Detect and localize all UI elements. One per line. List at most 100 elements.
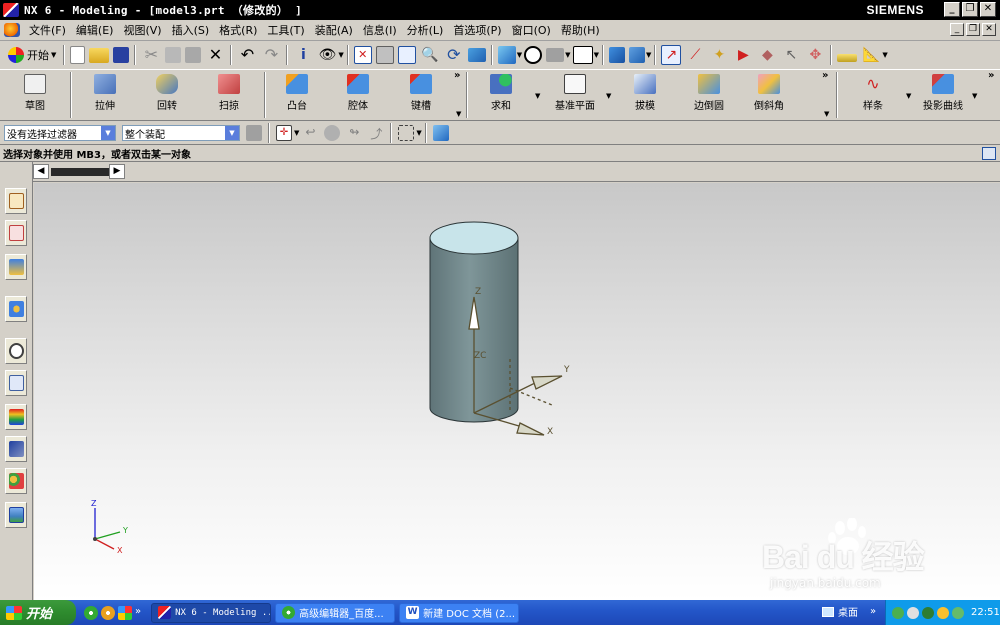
close-button[interactable]: ✕ <box>980 2 996 17</box>
copy-icon[interactable] <box>165 47 182 63</box>
face-analysis-icon[interactable] <box>546 48 565 62</box>
snap-midpoint-icon[interactable]: ✦ <box>709 45 729 65</box>
doc-minimize-button[interactable]: _ <box>950 23 964 36</box>
selection-scope-select[interactable]: 整个装配 ▼ <box>122 125 240 141</box>
menu-insert[interactable]: 插入(S) <box>167 22 215 38</box>
sweep-button[interactable]: 扫掠 <box>208 72 250 118</box>
menu-format[interactable]: 格式(R) <box>214 22 262 38</box>
project-curve-button[interactable]: 投影曲线 <box>918 72 968 118</box>
start-menu-button[interactable]: 开始 ▼ <box>4 44 60 66</box>
delete-icon[interactable]: ✕ <box>205 45 225 65</box>
body-rule-icon[interactable]: ⤴ <box>368 125 384 141</box>
rectangle-select-icon[interactable] <box>398 125 415 141</box>
web-browser-tab[interactable] <box>5 468 27 494</box>
snap-point-icon[interactable]: ✛ <box>276 125 292 141</box>
document-menu-icon[interactable] <box>4 23 20 37</box>
process-studio-tab[interactable] <box>5 370 27 396</box>
pan-icon[interactable] <box>467 48 486 62</box>
menu-edit[interactable]: 编辑(E) <box>71 22 119 38</box>
rotate-icon[interactable]: ⟳ <box>444 45 464 65</box>
shaded-cube-icon[interactable] <box>497 46 516 64</box>
menu-preferences[interactable]: 首选项(P) <box>448 22 506 38</box>
menu-view[interactable]: 视图(V) <box>118 22 166 38</box>
undo-icon[interactable]: ↶ <box>237 45 257 65</box>
taskbar-item-editor[interactable]: 高级编辑器_百度... <box>275 602 396 623</box>
snap-tangent-icon[interactable]: ◆ <box>757 45 777 65</box>
zoom-window-icon[interactable] <box>375 46 394 64</box>
tab-scroll-left[interactable]: ◀ <box>33 164 49 179</box>
palettes-tab[interactable] <box>5 404 27 430</box>
taskbar-item-nx[interactable]: NX 6 - Modeling ... <box>151 602 272 623</box>
revolve-button[interactable]: 回转 <box>146 72 188 118</box>
reuse-library-tab[interactable] <box>5 296 27 322</box>
quicklaunch-browser-icon[interactable] <box>101 605 115 620</box>
menu-tools[interactable]: 工具(T) <box>262 22 309 38</box>
snap-intersect-icon[interactable]: ✥ <box>805 45 825 65</box>
quicklaunch-app-icon[interactable] <box>118 605 132 620</box>
open-folder-icon[interactable] <box>89 47 110 63</box>
chamfer-button[interactable]: 倒斜角 <box>748 72 790 118</box>
menu-help[interactable]: 帮助(H) <box>556 22 605 38</box>
desktop-toolbar[interactable]: 桌面 » <box>822 604 876 619</box>
system-materials-tab[interactable] <box>5 502 27 528</box>
tray-volume-icon[interactable] <box>907 606 919 619</box>
constraint-navigator-tab[interactable] <box>5 220 27 246</box>
datum-plane-button[interactable]: 基准平面 <box>550 72 600 118</box>
menu-window[interactable]: 窗口(O) <box>507 22 556 38</box>
tray-network-icon[interactable] <box>892 606 904 619</box>
pocket-button[interactable]: 腔体 <box>337 72 379 118</box>
filter-settings-icon[interactable] <box>246 125 262 141</box>
cube-select-icon[interactable] <box>432 125 449 141</box>
minimize-button[interactable]: _ <box>944 2 960 17</box>
save-icon[interactable] <box>113 47 130 63</box>
snap-point-icon[interactable]: ▶ <box>733 45 753 65</box>
menu-file[interactable]: 文件(F) <box>24 22 71 38</box>
snap-endpoint-icon[interactable]: ⟋ <box>685 45 705 65</box>
tab-scroll-right[interactable]: ▶ <box>109 164 125 179</box>
menu-assembly[interactable]: 装配(A) <box>310 22 358 38</box>
doc-close-button[interactable]: ✕ <box>982 23 996 36</box>
cut-icon[interactable]: ✂ <box>141 45 161 65</box>
extrude-button[interactable]: 拉伸 <box>84 72 126 118</box>
boss-button[interactable]: 凸台 <box>276 72 318 118</box>
assembly-navigator-tab[interactable] <box>5 188 27 214</box>
doc-restore-button[interactable]: ❐ <box>966 23 980 36</box>
draft-button[interactable]: 拔模 <box>624 72 666 118</box>
roles-tab[interactable] <box>5 436 27 462</box>
slot-button[interactable]: 键槽 <box>400 72 442 118</box>
face-rule-icon[interactable] <box>324 125 341 141</box>
spline-button[interactable]: ∿ 样条 <box>852 72 894 118</box>
info-icon[interactable]: i <box>293 45 313 65</box>
windows-start-button[interactable]: 开始 <box>0 600 76 625</box>
measure-angle-icon[interactable]: 📐 <box>861 45 881 65</box>
wcs-orient-icon[interactable] <box>608 47 625 63</box>
tray-app-icon[interactable] <box>952 606 964 619</box>
curve-rule-icon[interactable]: ↩ <box>302 125 318 141</box>
type-filter-select[interactable]: 没有选择过滤器 ▼ <box>4 125 116 141</box>
edge-blend-button[interactable]: 边倒圆 <box>686 72 732 118</box>
fit-view-icon[interactable]: ✕ <box>353 46 372 64</box>
unite-button[interactable]: 求和 <box>480 72 522 118</box>
zoom-box-icon[interactable] <box>397 46 416 64</box>
new-file-icon[interactable] <box>70 46 86 64</box>
taskbar-item-word[interactable]: W 新建 DOC 文档 (2... <box>399 602 520 623</box>
measure-distance-icon[interactable] <box>837 54 858 62</box>
zoom-icon[interactable]: 🔍 <box>420 45 440 65</box>
history-tab[interactable] <box>5 338 27 364</box>
restore-button[interactable]: ❐ <box>962 2 978 17</box>
menu-analysis[interactable]: 分析(L) <box>402 22 449 38</box>
sketch-button[interactable]: 草图 <box>14 72 56 118</box>
quicklaunch-ie-icon[interactable] <box>84 605 98 620</box>
background-color-icon[interactable] <box>572 46 593 64</box>
show-hide-icon[interactable]: 👁 <box>317 45 337 65</box>
status-toggle-icon[interactable] <box>982 147 996 160</box>
cylinder-top-face[interactable] <box>429 221 519 255</box>
render-style-icon[interactable] <box>524 46 543 64</box>
redo-icon[interactable]: ↷ <box>261 45 281 65</box>
feature-rule-icon[interactable]: ↬ <box>346 125 362 141</box>
select-arrow-icon[interactable]: ↗ <box>661 45 682 65</box>
wcs-dynamic-icon[interactable] <box>628 47 645 63</box>
tray-update-icon[interactable] <box>937 606 949 619</box>
part-navigator-tab[interactable] <box>5 254 27 280</box>
snap-quadrant-icon[interactable]: ↖ <box>781 45 801 65</box>
